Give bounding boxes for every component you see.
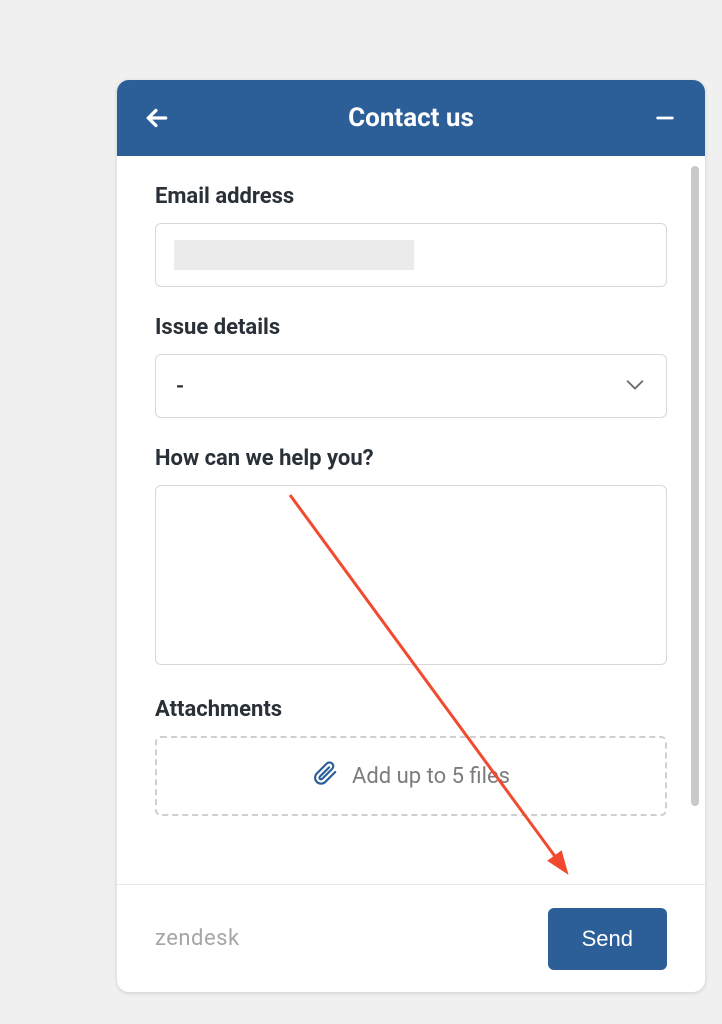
scrollbar-thumb[interactable] [691, 166, 699, 806]
paperclip-icon [312, 760, 338, 792]
issue-field-block: Issue details - [155, 315, 667, 418]
attachments-dropzone[interactable]: Add up to 5 files [155, 736, 667, 816]
contact-widget: Contact us Email address Issue details - [117, 80, 705, 992]
minus-icon [654, 107, 676, 129]
minimize-button[interactable] [649, 102, 681, 134]
attachments-hint: Add up to 5 files [352, 764, 510, 789]
arrow-left-icon [144, 105, 170, 131]
chevron-down-icon [624, 373, 646, 399]
email-field-block: Email address [155, 184, 667, 287]
back-button[interactable] [141, 102, 173, 134]
zendesk-brand: zendesk [155, 926, 240, 951]
issue-select[interactable]: - [155, 354, 667, 418]
issue-label: Issue details [155, 315, 667, 340]
widget-footer: zendesk Send [117, 884, 705, 992]
attachments-field-block: Attachments Add up to 5 files [155, 697, 667, 816]
email-label: Email address [155, 184, 667, 209]
help-label: How can we help you? [155, 446, 667, 471]
widget-title: Contact us [173, 103, 649, 133]
widget-header: Contact us [117, 80, 705, 156]
email-value-placeholder [174, 240, 414, 270]
attachments-label: Attachments [155, 697, 667, 722]
widget-body: Email address Issue details - How can we… [117, 156, 705, 884]
issue-selected-value: - [176, 374, 184, 399]
email-input[interactable] [155, 223, 667, 287]
help-textarea[interactable] [155, 485, 667, 665]
form-scroll-area[interactable]: Email address Issue details - How can we… [117, 156, 705, 884]
send-button[interactable]: Send [548, 908, 667, 970]
help-field-block: How can we help you? [155, 446, 667, 669]
